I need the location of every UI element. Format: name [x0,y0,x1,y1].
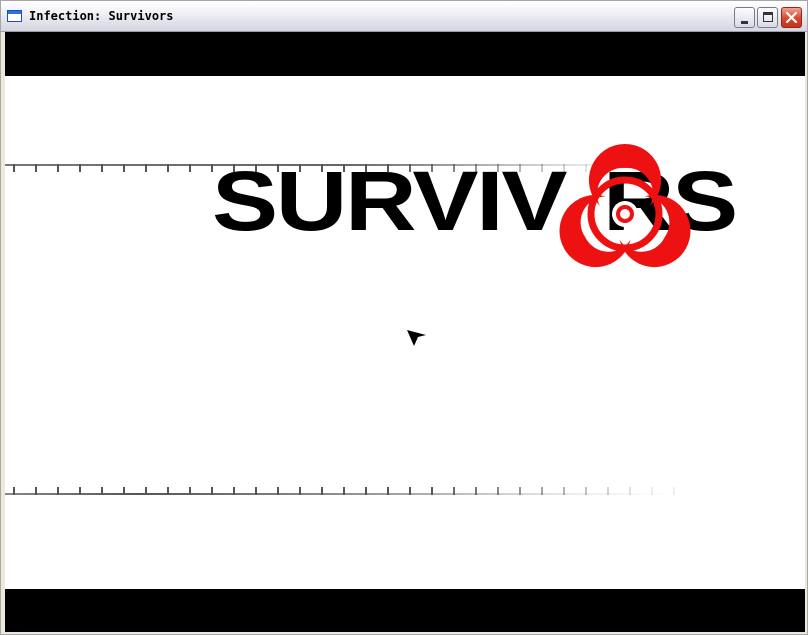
film-tick [79,487,81,495]
film-tick [585,487,587,495]
film-tick [541,487,543,495]
film-tick [673,487,675,495]
maximize-icon [763,12,773,22]
biohazard-icon [555,144,695,281]
film-tick [167,487,169,495]
close-button[interactable] [781,7,802,28]
film-strip-bottom [5,487,675,495]
film-tick [629,487,631,495]
film-tick [519,487,521,495]
logo-text-start: SURVIV [212,154,567,248]
app-window-icon[interactable] [7,10,22,22]
film-tick [35,487,37,495]
film-tick [123,487,125,495]
film-tick [387,487,389,495]
film-tick [101,164,103,172]
film-tick [299,487,301,495]
film-tick [563,487,565,495]
film-tick [321,487,323,495]
film-tick [57,164,59,172]
title-bar[interactable]: Infection: Survivors [1,1,807,32]
film-tick [145,164,147,172]
film-tick [497,487,499,495]
letterbox-bottom [5,589,805,632]
film-tick [233,487,235,495]
film-tick [145,487,147,495]
film-tick [409,487,411,495]
title-screen-art [5,164,675,495]
film-tick [651,487,653,495]
minimize-button[interactable] [734,7,755,28]
film-tick [35,164,37,172]
film-tick [189,487,191,495]
film-tick [211,487,213,495]
film-tick [343,487,345,495]
film-tick [189,164,191,172]
film-tick [475,487,477,495]
minimize-icon [741,21,748,24]
film-tick [607,487,609,495]
film-tick [365,487,367,495]
close-icon [785,11,798,24]
game-window: Infection: Survivors SURVIV [0,0,808,635]
film-tick [123,164,125,172]
film-tick [79,164,81,172]
film-tick [453,487,455,495]
mouse-cursor-icon [407,330,426,346]
film-tick [13,487,15,495]
film-tick [277,487,279,495]
film-tick [431,487,433,495]
film-tick [101,487,103,495]
game-viewport[interactable]: SURVIVRS [5,32,805,632]
film-tick [13,164,15,172]
film-tick [167,164,169,172]
maximize-button[interactable] [757,7,778,28]
film-tick [255,487,257,495]
window-title: Infection: Survivors [29,9,174,23]
film-tick [57,487,59,495]
